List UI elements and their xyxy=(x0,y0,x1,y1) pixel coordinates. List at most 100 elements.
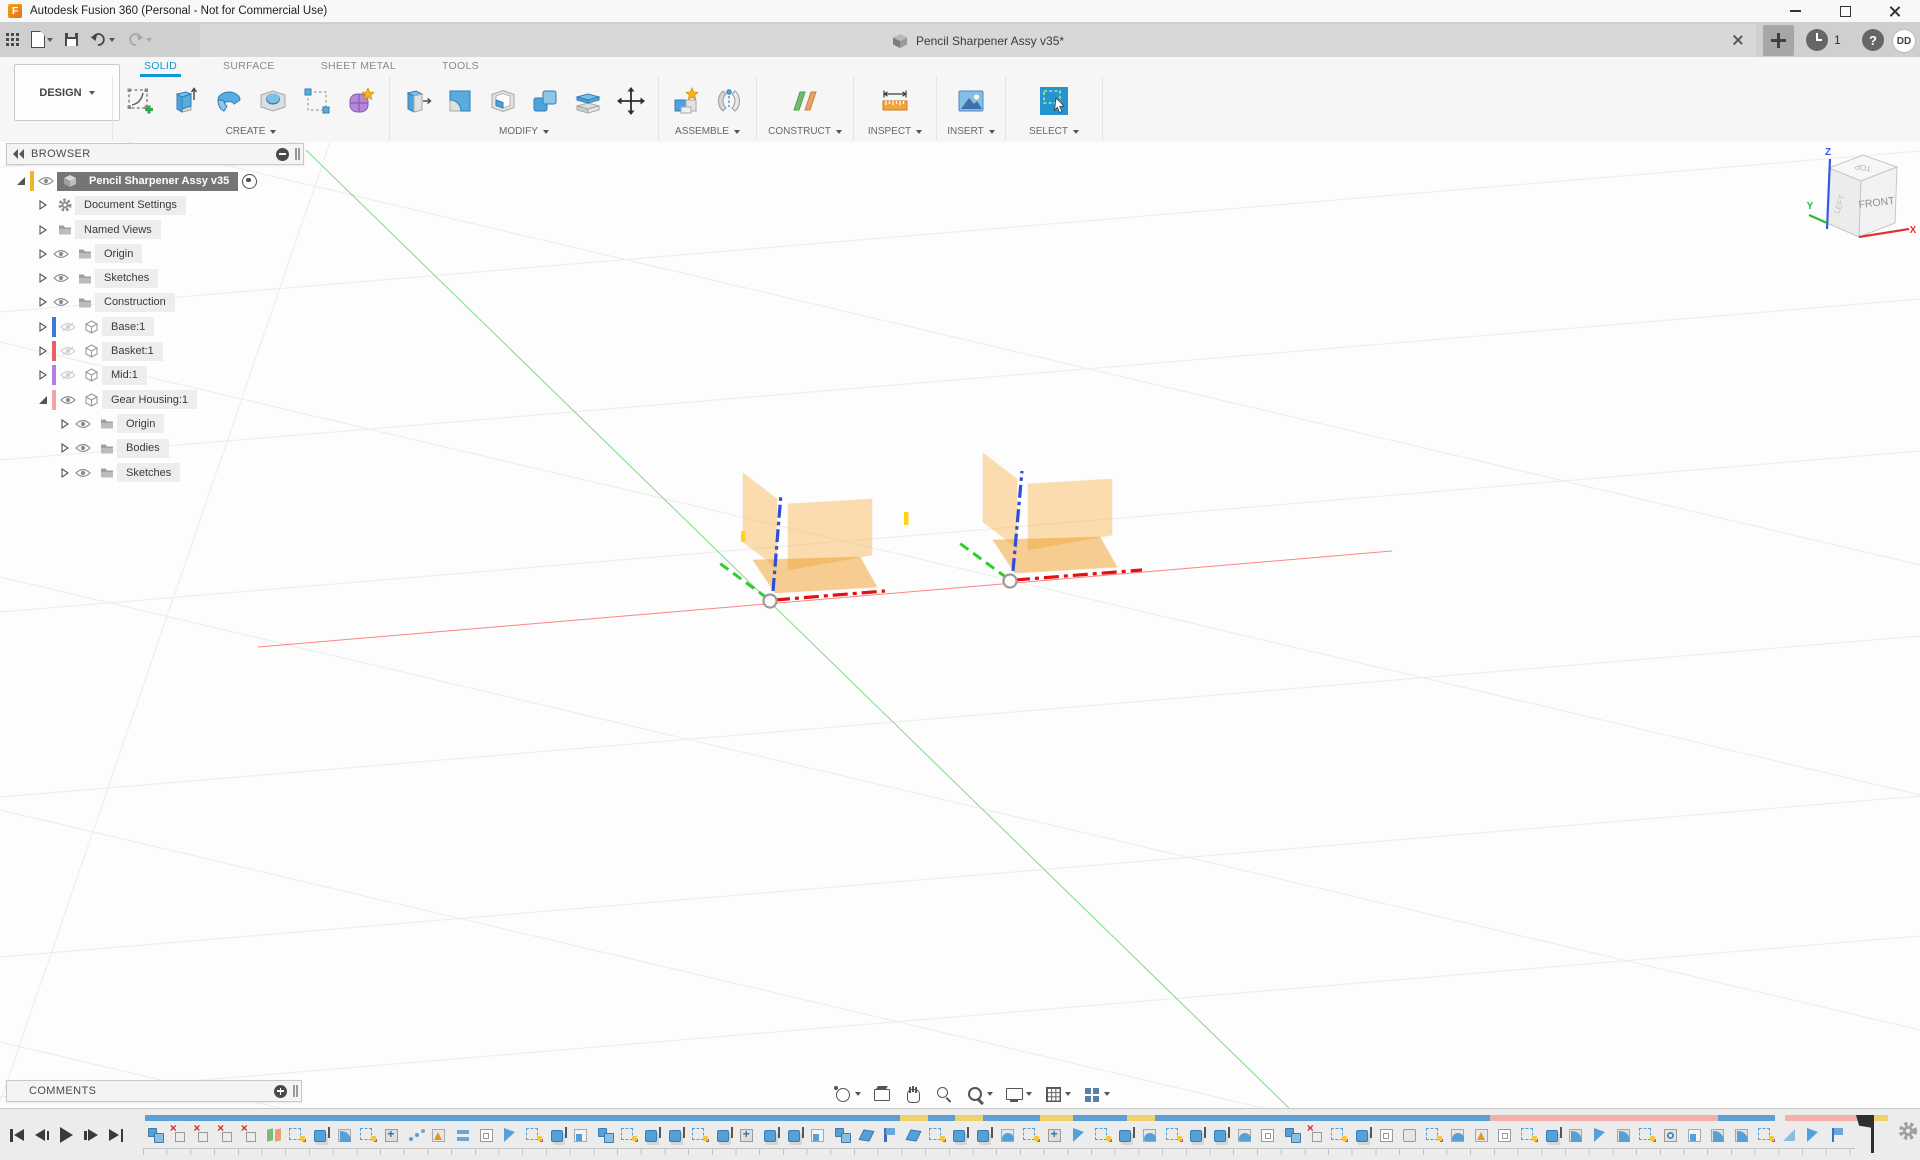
measure-icon[interactable] xyxy=(879,85,911,117)
timeline-feature-shell-icon[interactable] xyxy=(1685,1124,1709,1146)
file-menu-button[interactable] xyxy=(25,26,59,54)
timeline-feature-revolve-icon[interactable] xyxy=(1235,1124,1259,1146)
browser-node[interactable]: Origin xyxy=(72,244,142,263)
timeline-feature-compx-icon[interactable] xyxy=(1306,1124,1330,1146)
timeline-feature-fillet-icon[interactable] xyxy=(1614,1124,1638,1146)
go-to-start-button[interactable] xyxy=(10,1125,24,1145)
timeline-feature-fillet-icon[interactable] xyxy=(1708,1124,1732,1146)
expand-toggle-icon[interactable] xyxy=(58,417,71,430)
timeline-feature-sketch-icon[interactable] xyxy=(1021,1124,1045,1146)
timeline-settings-gear-icon[interactable] xyxy=(1898,1121,1918,1141)
browser-row-bodies[interactable]: Bodies xyxy=(0,437,257,459)
toolbar-group-label-inspect[interactable]: INSPECT xyxy=(854,123,936,140)
timeline-feature-extrude-icon[interactable] xyxy=(642,1124,666,1146)
browser-row-gear-housing-1[interactable]: Gear Housing:1 xyxy=(0,389,257,411)
timeline-feature-sketch-icon[interactable] xyxy=(1519,1124,1543,1146)
timeline-feature-combine-icon[interactable] xyxy=(595,1124,619,1146)
timeline-feature-mirror-icon[interactable] xyxy=(1803,1124,1827,1146)
panel-drag-handle[interactable] xyxy=(293,1085,299,1097)
document-tab[interactable]: Pencil Sharpener Assy v35* xyxy=(200,24,1756,57)
timeline-feature-box-icon[interactable] xyxy=(1400,1124,1424,1146)
timeline-feature-revolve-icon[interactable] xyxy=(1448,1124,1472,1146)
toolbar-tab-surface[interactable]: SURFACE xyxy=(219,57,279,77)
activate-component-radio[interactable] xyxy=(242,174,257,189)
visibility-eye-icon[interactable] xyxy=(74,468,91,478)
timeline-feature-sketch-icon[interactable] xyxy=(1164,1124,1188,1146)
grid-settings-tool-button[interactable] xyxy=(1040,1082,1074,1106)
pan-tool-button[interactable] xyxy=(900,1082,926,1106)
shell-icon[interactable] xyxy=(487,85,519,117)
visibility-eye-icon[interactable] xyxy=(37,176,54,186)
browser-row-mid-1[interactable]: Mid:1 xyxy=(0,364,257,386)
timeline-feature-draft-icon[interactable] xyxy=(1779,1124,1803,1146)
timeline-feature-shell-icon[interactable] xyxy=(808,1124,832,1146)
timeline-feature-extrude-icon[interactable] xyxy=(714,1124,738,1146)
browser-node[interactable]: Basket:1 xyxy=(79,342,163,361)
timeline-feature-extrude-icon[interactable] xyxy=(974,1124,998,1146)
timeline-feature-extrude-icon[interactable] xyxy=(548,1124,572,1146)
new-tab-button[interactable] xyxy=(1763,25,1794,56)
timeline-feature-hole-icon[interactable] xyxy=(1661,1124,1685,1146)
toolbar-tab-sheet-metal[interactable]: SHEET METAL xyxy=(317,57,400,77)
help-button[interactable]: ? xyxy=(1862,29,1884,51)
browser-row-origin[interactable]: Origin xyxy=(0,413,257,435)
revolve-icon[interactable] xyxy=(213,85,245,117)
display-settings-tool-button[interactable] xyxy=(1001,1082,1035,1106)
timeline-feature-web-icon[interactable] xyxy=(1472,1124,1496,1146)
split-body-icon[interactable] xyxy=(572,85,604,117)
visibility-eye-icon[interactable] xyxy=(59,395,76,405)
step-back-button[interactable] xyxy=(35,1125,49,1145)
timeline-feature-mirror-icon[interactable] xyxy=(500,1124,524,1146)
toolbar-group-label-create[interactable]: CREATE xyxy=(113,123,389,140)
visibility-eye-off-icon[interactable] xyxy=(59,322,76,332)
browser-row-sketches[interactable]: Sketches xyxy=(0,267,257,289)
timeline-feature-sketch-icon[interactable] xyxy=(1756,1124,1780,1146)
timeline-feature-sketch-icon[interactable] xyxy=(1093,1124,1117,1146)
app-launcher-button[interactable] xyxy=(0,26,25,54)
toolbar-group-label-construct[interactable]: CONSTRUCT xyxy=(757,123,853,140)
timeline-feature-extrude-icon[interactable] xyxy=(761,1124,785,1146)
expand-toggle-icon[interactable] xyxy=(36,369,49,382)
timeline-feature-fillet-icon[interactable] xyxy=(1732,1124,1756,1146)
timeline-feature-plane-icon[interactable] xyxy=(263,1124,287,1146)
toolbar-group-label-select[interactable]: SELECT xyxy=(1006,123,1102,140)
expand-toggle-icon[interactable] xyxy=(36,223,49,236)
visibility-eye-icon[interactable] xyxy=(74,443,91,453)
timeline-feature-mirror-icon[interactable] xyxy=(1069,1124,1093,1146)
browser-node[interactable]: Gear Housing:1 xyxy=(79,390,197,409)
timeline-feature-extrude-icon[interactable] xyxy=(1211,1124,1235,1146)
timeline-feature-extrude-icon[interactable] xyxy=(666,1124,690,1146)
undo-button[interactable] xyxy=(84,26,121,54)
browser-node[interactable]: Sketches xyxy=(94,463,180,482)
visibility-eye-icon[interactable] xyxy=(52,297,69,307)
browser-row-named-views[interactable]: Named Views xyxy=(0,219,257,241)
timeline-feature-revolve-icon[interactable] xyxy=(998,1124,1022,1146)
browser-node[interactable]: Origin xyxy=(94,414,164,433)
timeline-feature-boxpat-icon[interactable] xyxy=(382,1124,406,1146)
timeline-feature-sketch-icon[interactable] xyxy=(619,1124,643,1146)
timeline-feature-combine-icon[interactable] xyxy=(145,1124,169,1146)
toolbar-group-label-modify[interactable]: MODIFY xyxy=(390,123,658,140)
rectangular-pattern-icon[interactable] xyxy=(301,85,333,117)
timeline-feature-compx-icon[interactable] xyxy=(240,1124,264,1146)
browser-node[interactable]: Document Settings xyxy=(52,196,186,215)
timeline-feature-boxpat-icon[interactable] xyxy=(737,1124,761,1146)
select-icon[interactable] xyxy=(1038,85,1070,117)
timeline-ruler[interactable] xyxy=(143,1148,1855,1155)
redo-button[interactable] xyxy=(121,26,158,54)
timeline-feature-sketch-icon[interactable] xyxy=(1424,1124,1448,1146)
timeline-feature-boxpat-icon[interactable] xyxy=(1045,1124,1069,1146)
timeline-feature-sketch-icon[interactable] xyxy=(927,1124,951,1146)
zoom-tool-button[interactable] xyxy=(931,1082,957,1106)
browser-row-basket-1[interactable]: Basket:1 xyxy=(0,340,257,362)
timeline-feature-web-icon[interactable] xyxy=(429,1124,453,1146)
insert-image-icon[interactable] xyxy=(955,85,987,117)
timeline-feature-offset-icon[interactable] xyxy=(1258,1124,1282,1146)
timeline-feature-extrude-icon[interactable] xyxy=(1543,1124,1567,1146)
timeline-feature-revolve-icon[interactable] xyxy=(1140,1124,1164,1146)
timeline-feature-dots-icon[interactable] xyxy=(406,1124,430,1146)
timeline-feature-mirror-icon[interactable] xyxy=(1590,1124,1614,1146)
timeline-feature-midplane-icon[interactable] xyxy=(453,1124,477,1146)
collapse-panel-icon[interactable] xyxy=(13,149,25,159)
timeline-feature-offset-icon[interactable] xyxy=(1495,1124,1519,1146)
